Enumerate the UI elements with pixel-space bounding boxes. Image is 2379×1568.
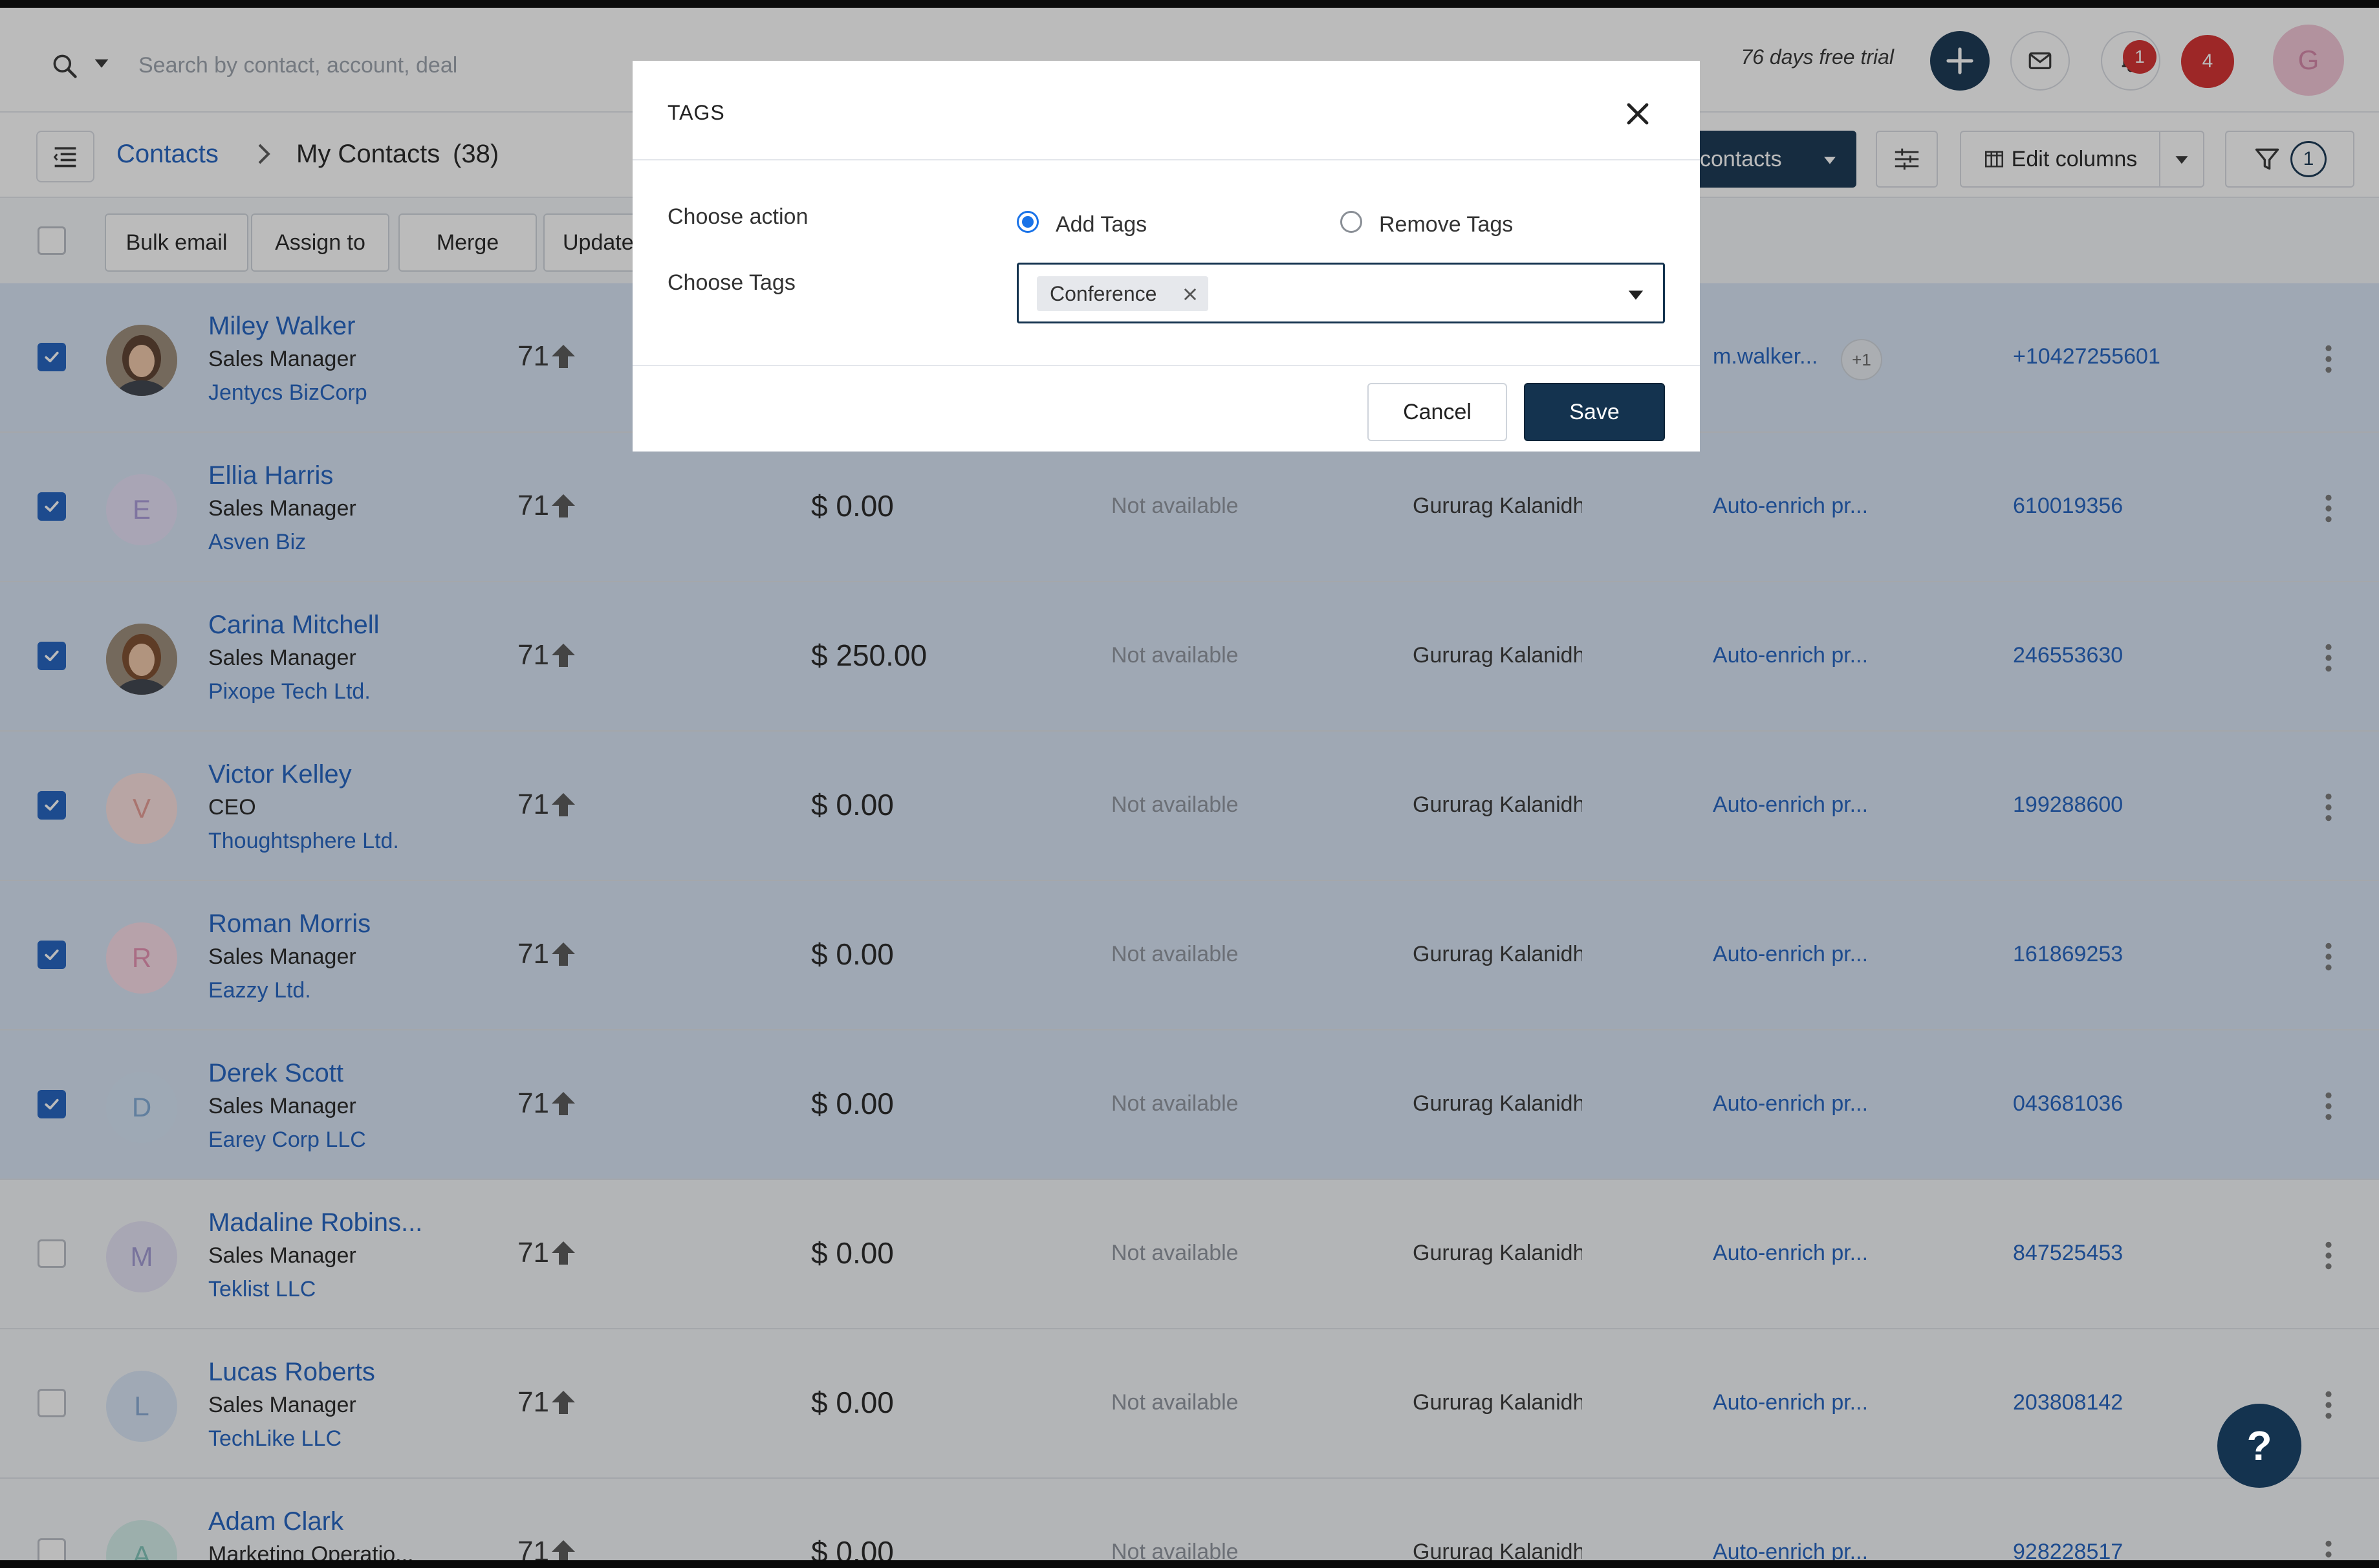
cancel-button[interactable]: Cancel <box>1367 383 1507 441</box>
choose-tags-label: Choose Tags <box>668 270 796 295</box>
tag-chip: Conference <box>1037 276 1209 311</box>
modal-header: TAGS <box>633 61 1700 160</box>
add-tags-label[interactable]: Add Tags <box>1056 212 1147 237</box>
remove-tags-radio[interactable] <box>1340 211 1362 233</box>
modal-title: TAGS <box>668 101 725 124</box>
close-icon[interactable] <box>1622 98 1653 129</box>
save-button[interactable]: Save <box>1524 383 1665 441</box>
choose-action-label: Choose action <box>668 204 809 229</box>
modal-footer: Cancel Save <box>633 365 1700 453</box>
tags-select[interactable]: Conference <box>1017 263 1665 323</box>
chevron-down-icon[interactable] <box>1627 285 1645 303</box>
remove-tag-icon[interactable] <box>1181 285 1199 303</box>
add-tags-radio[interactable] <box>1017 211 1039 233</box>
app-window: 76 days free trial 1 4 G <box>0 8 2379 1560</box>
tags-modal: TAGS Choose action Add Tags Remove Tags … <box>633 61 1700 452</box>
remove-tags-label[interactable]: Remove Tags <box>1379 212 1513 237</box>
tag-chip-label: Conference <box>1050 281 1157 305</box>
help-button[interactable]: ? <box>2217 1404 2301 1488</box>
